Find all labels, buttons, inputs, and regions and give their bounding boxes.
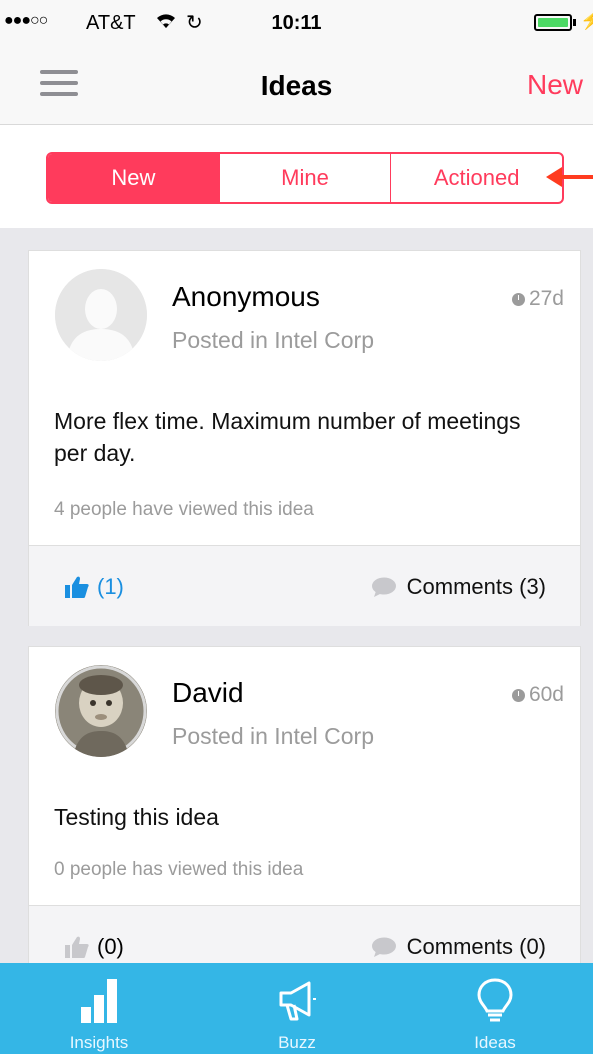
tab-insights[interactable]: Insights: [0, 963, 198, 1054]
comment-bubble-icon: [371, 577, 396, 597]
user-photo-icon: [55, 665, 147, 757]
comment-bubble-icon: [371, 937, 396, 957]
like-button[interactable]: (1): [65, 574, 124, 600]
segment-area: New Mine Actioned: [0, 125, 593, 228]
like-count: (1): [97, 574, 124, 599]
posted-in: Posted in Intel Corp: [172, 327, 375, 353]
screen: ●●●○○ AT&T ↻ 10:11 ⚡ Ideas New New Mine …: [0, 0, 593, 1054]
ideas-feed[interactable]: Anonymous Posted in Intel Corp 27d More …: [0, 228, 593, 968]
segment-mine[interactable]: Mine: [220, 154, 392, 202]
new-idea-button[interactable]: New: [527, 69, 583, 101]
page-title: Ideas: [260, 70, 333, 101]
card-footer: (0) Comments (0): [29, 905, 580, 968]
tab-bar: Insights Buzz Ideas: [0, 963, 593, 1054]
thumbs-up-icon: [65, 576, 89, 598]
like-count: (0): [97, 934, 124, 959]
idea-text: More flex time. Maximum number of meetin…: [54, 408, 521, 466]
status-bar: ●●●○○ AT&T ↻ 10:11 ⚡: [0, 0, 593, 46]
comments-label: Comments (3): [406, 574, 546, 599]
annotation-arrow-icon: [546, 167, 593, 187]
clock-icon: [511, 688, 525, 702]
avatar: [55, 665, 147, 757]
clock-icon: [511, 292, 525, 306]
posted-in: Posted in Intel Corp: [172, 723, 375, 749]
bolt-icon: ⚡: [580, 10, 593, 30]
age-value: 60d: [528, 683, 564, 706]
comments-label: Comments (0): [406, 934, 546, 959]
tab-buzz[interactable]: Buzz: [198, 963, 396, 1054]
author-name: Anonymous: [172, 281, 320, 312]
age-value: 27d: [528, 287, 564, 310]
like-button[interactable]: (0): [65, 934, 124, 960]
battery-tip: [573, 19, 576, 26]
view-count: 4 people have viewed this idea: [54, 499, 314, 520]
tab-label: Ideas: [474, 1033, 516, 1052]
segment-new[interactable]: New: [48, 154, 220, 202]
idea-text: Testing this idea: [54, 804, 219, 830]
segment-actioned[interactable]: Actioned: [391, 154, 562, 202]
author-name: David: [172, 677, 244, 708]
view-count: 0 people has viewed this idea: [54, 859, 304, 880]
bar-chart-icon: [81, 979, 117, 1023]
comments-button[interactable]: Comments (3): [371, 574, 546, 600]
card-footer: (1) Comments (3): [29, 545, 580, 626]
tab-label: Buzz: [278, 1033, 316, 1052]
tab-label: Insights: [69, 1033, 129, 1052]
default-person-icon: [55, 269, 147, 361]
tab-ideas[interactable]: Ideas: [396, 963, 593, 1054]
lightbulb-icon: [477, 978, 513, 1022]
comments-button[interactable]: Comments (0): [371, 934, 546, 960]
battery-icon: [534, 14, 572, 31]
idea-card[interactable]: Anonymous Posted in Intel Corp 27d More …: [28, 250, 581, 626]
idea-age: 60d: [511, 683, 564, 707]
nav-bar: Ideas New: [0, 46, 593, 125]
thumbs-up-icon: [65, 936, 89, 958]
idea-age: 27d: [511, 287, 564, 311]
idea-card[interactable]: David Posted in Intel Corp 60d Testing t…: [28, 646, 581, 968]
avatar: [55, 269, 147, 361]
status-time: 10:11: [271, 12, 322, 34]
filter-segmented-control: New Mine Actioned: [46, 152, 564, 204]
megaphone-icon: [279, 981, 316, 1021]
